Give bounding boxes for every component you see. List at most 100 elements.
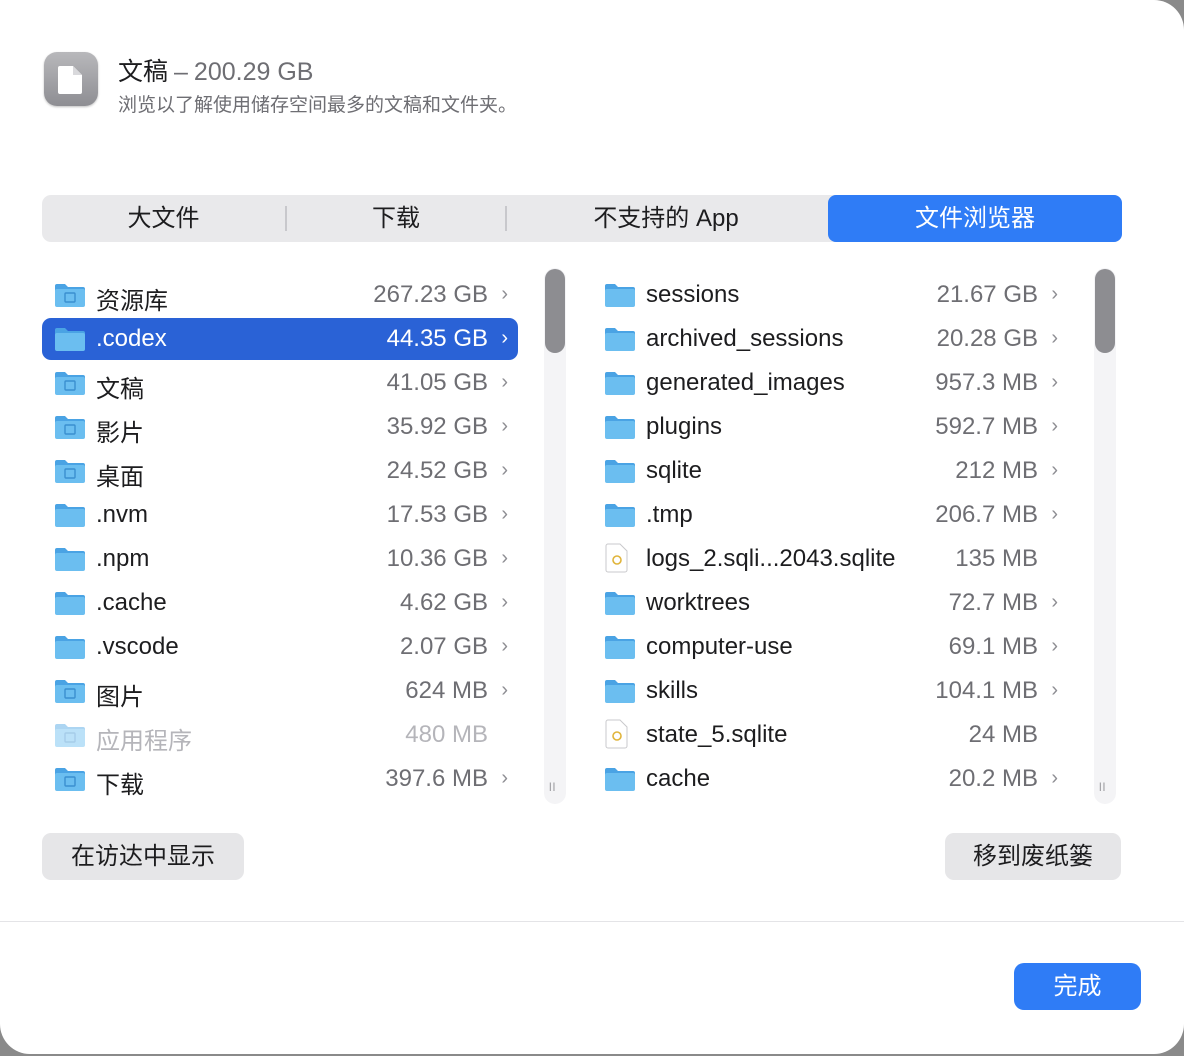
chevron-right-icon[interactable]: › xyxy=(1051,415,1058,438)
chevron-right-icon[interactable]: › xyxy=(1051,327,1058,350)
folder-icon xyxy=(54,502,86,528)
chevron-right-icon[interactable]: › xyxy=(1051,679,1058,702)
list-item[interactable]: .codex 44.35 GB › xyxy=(42,318,518,360)
show-in-finder-button[interactable]: 在访达中显示 xyxy=(42,833,244,880)
chevron-right-icon[interactable]: › xyxy=(501,415,508,438)
list-item[interactable]: skills 104.1 MB › xyxy=(592,670,1068,712)
list-item[interactable]: worktrees 72.7 MB › xyxy=(592,582,1068,624)
item-size: 41.05 GB xyxy=(386,369,488,396)
list-item[interactable]: 应用程序 480 MB xyxy=(42,714,518,756)
folder-icon xyxy=(54,326,86,352)
right-scrollbar[interactable]: ll xyxy=(1094,268,1116,804)
list-item[interactable]: generated_images 957.3 MB › xyxy=(592,362,1068,404)
chevron-right-icon[interactable]: › xyxy=(501,283,508,306)
item-name: 资源库 xyxy=(96,288,168,315)
list-item[interactable]: state_5.sqlite 24 MB xyxy=(592,714,1068,756)
chevron-right-icon[interactable]: › xyxy=(501,679,508,702)
chevron-right-icon[interactable]: › xyxy=(501,327,508,350)
folder-icon xyxy=(604,282,636,308)
item-name: 下载 xyxy=(96,772,144,799)
chevron-right-icon[interactable]: › xyxy=(501,547,508,570)
chevron-right-icon[interactable]: › xyxy=(1051,591,1058,614)
list-item[interactable]: sqlite 212 MB › xyxy=(592,450,1068,492)
chevron-right-icon[interactable]: › xyxy=(501,371,508,394)
list-item[interactable]: 影片 35.92 GB › xyxy=(42,406,518,448)
storage-dialog: 文稿 –200.29 GB 浏览以了解使用储存空间最多的文稿和文件夹。 大文件 下… xyxy=(0,0,1184,1054)
item-size: 104.1 MB xyxy=(935,677,1038,704)
item-size: 267.23 GB xyxy=(373,281,488,308)
list-item[interactable]: cache 20.2 MB › xyxy=(592,758,1068,800)
item-size: 624 MB xyxy=(405,677,488,704)
chevron-right-icon[interactable]: › xyxy=(501,591,508,614)
item-name: sessions xyxy=(646,281,740,308)
list-item[interactable]: archived_sessions 20.28 GB › xyxy=(592,318,1068,360)
folder-icon xyxy=(604,590,636,616)
total-size: 200.29 GB xyxy=(193,58,314,86)
item-size: 397.6 MB xyxy=(385,765,488,792)
left-scrollbar[interactable]: ll xyxy=(544,268,566,804)
list-item[interactable]: 桌面 24.52 GB › xyxy=(42,450,518,492)
list-item[interactable]: logs_2.sqli...2043.sqlite 135 MB xyxy=(592,538,1068,580)
item-size: 20.2 MB xyxy=(948,765,1038,792)
tab-downloads[interactable]: 下载 xyxy=(287,195,505,242)
right-scrollbar-thumb[interactable] xyxy=(1095,269,1115,353)
item-name: cache xyxy=(646,765,711,792)
movies-folder-icon xyxy=(54,414,86,440)
footer-divider xyxy=(0,921,1184,922)
sqlite-file-icon xyxy=(604,719,636,749)
item-name: .nvm xyxy=(96,501,149,528)
pictures-folder-icon xyxy=(54,678,86,704)
folder-icon xyxy=(604,458,636,484)
chevron-right-icon[interactable]: › xyxy=(1051,635,1058,658)
scrollbar-grip-icon: ll xyxy=(549,780,557,794)
item-name: computer-use xyxy=(646,633,793,660)
tab-file-browser[interactable]: 文件浏览器 xyxy=(828,195,1122,242)
tab-bar: 大文件 下载 不支持的 App 文件浏览器 xyxy=(42,195,1122,242)
chevron-right-icon[interactable]: › xyxy=(1051,459,1058,482)
item-size: 592.7 MB xyxy=(935,413,1038,440)
list-item[interactable]: .npm 10.36 GB › xyxy=(42,538,518,580)
chevron-right-icon[interactable]: › xyxy=(501,767,508,790)
item-name: .tmp xyxy=(646,501,693,528)
item-name: .codex xyxy=(96,325,167,352)
chevron-right-icon[interactable]: › xyxy=(501,503,508,526)
left-file-list: 资源库 267.23 GB › .codex 44.35 GB › 文稿 41.05 GB › 影… xyxy=(42,274,518,810)
item-name: 影片 xyxy=(96,420,144,447)
item-name: skills xyxy=(646,677,698,704)
done-button[interactable]: 完成 xyxy=(1014,963,1141,1010)
item-name: 应用程序 xyxy=(96,728,192,755)
list-item[interactable]: .nvm 17.53 GB › xyxy=(42,494,518,536)
item-size: 10.36 GB xyxy=(386,545,488,572)
chevron-right-icon[interactable]: › xyxy=(501,635,508,658)
chevron-right-icon[interactable]: › xyxy=(1051,371,1058,394)
list-item[interactable]: .tmp 206.7 MB › xyxy=(592,494,1068,536)
list-item[interactable]: 文稿 41.05 GB › xyxy=(42,362,518,404)
list-item[interactable]: .vscode 2.07 GB › xyxy=(42,626,518,668)
item-size: 212 MB xyxy=(955,457,1038,484)
list-item[interactable]: plugins 592.7 MB › xyxy=(592,406,1068,448)
chevron-right-icon[interactable]: › xyxy=(1051,503,1058,526)
list-item[interactable]: 资源库 267.23 GB › xyxy=(42,274,518,316)
item-name: sqlite xyxy=(646,457,703,484)
title-separator: – xyxy=(174,58,188,86)
chevron-right-icon[interactable]: › xyxy=(1051,767,1058,790)
sqlite-file-icon xyxy=(604,543,636,573)
list-item[interactable]: computer-use 69.1 MB › xyxy=(592,626,1068,668)
tab-large-files[interactable]: 大文件 xyxy=(42,195,285,242)
item-name: 图片 xyxy=(96,684,144,711)
list-item[interactable]: 下载 397.6 MB › xyxy=(42,758,518,800)
left-scrollbar-thumb[interactable] xyxy=(545,269,565,353)
tab-unsupported-apps[interactable]: 不支持的 App xyxy=(507,195,825,242)
list-item[interactable]: sessions 21.67 GB › xyxy=(592,274,1068,316)
list-item[interactable]: .cache 4.62 GB › xyxy=(42,582,518,624)
folder-icon xyxy=(54,634,86,660)
document-icon xyxy=(44,52,98,106)
move-to-trash-button[interactable]: 移到废纸篓 xyxy=(945,833,1121,880)
chevron-right-icon[interactable]: › xyxy=(1051,283,1058,306)
chevron-right-icon[interactable]: › xyxy=(501,459,508,482)
item-size: 17.53 GB xyxy=(386,501,488,528)
folder-icon xyxy=(604,766,636,792)
title-text: 文稿 xyxy=(118,58,169,86)
item-size: 206.7 MB xyxy=(935,501,1038,528)
list-item[interactable]: 图片 624 MB › xyxy=(42,670,518,712)
